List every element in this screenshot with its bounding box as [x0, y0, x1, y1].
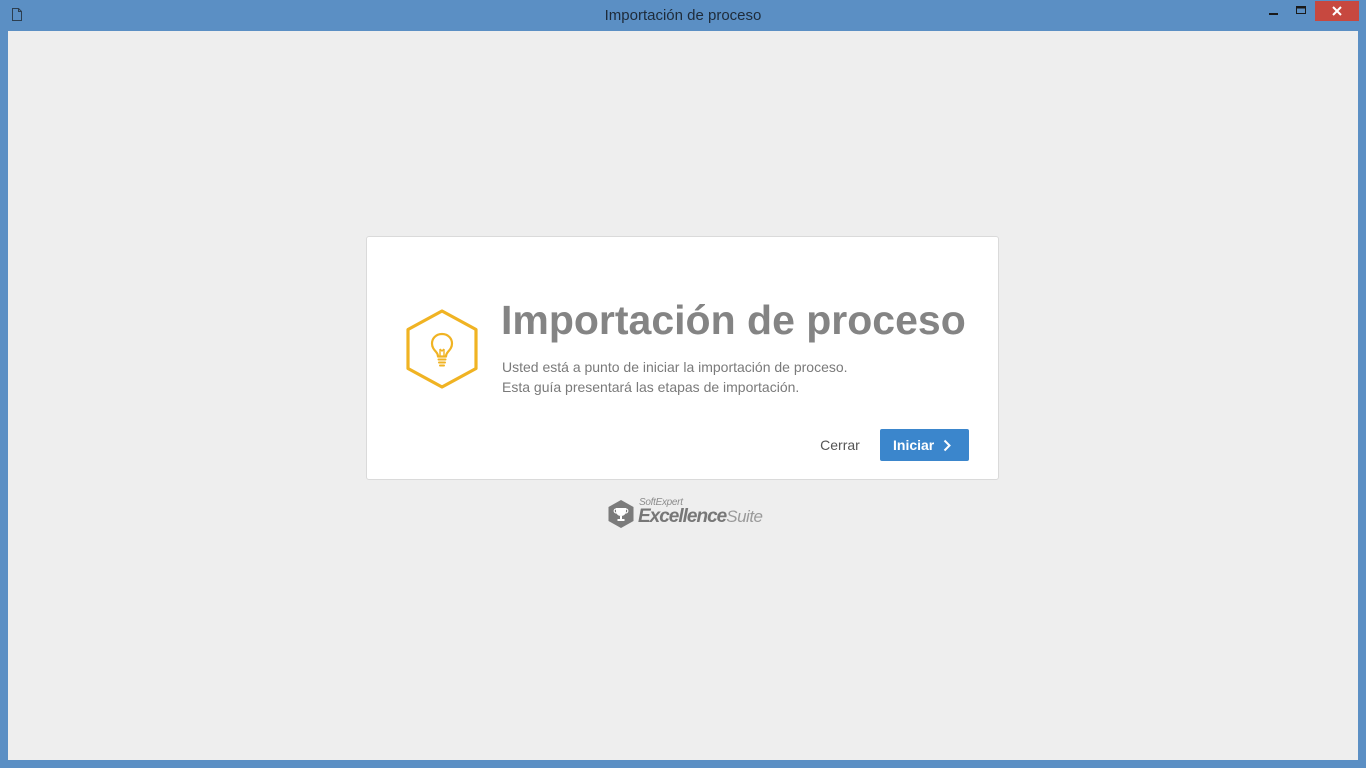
softexpert-logo: SoftExpert ExcellenceSuite — [607, 497, 767, 531]
logo-brand-bold: Excellence — [638, 506, 727, 527]
window-content: Importación de proceso Usted está a punt… — [8, 31, 1358, 760]
logo-brand-light: Suite — [726, 507, 763, 526]
start-button-label: Iniciar — [893, 437, 935, 453]
description-line-1: Usted está a punto de iniciar la importa… — [502, 359, 848, 375]
close-window-button[interactable] — [1315, 1, 1359, 21]
logo-brand-text: ExcellenceSuite — [638, 506, 763, 528]
close-icon — [1332, 6, 1342, 16]
maximize-icon — [1296, 6, 1306, 14]
app-window: Importación de proceso Importación de pr… — [0, 0, 1366, 768]
window-title: Importación de proceso — [604, 7, 762, 24]
chevron-right-icon — [943, 439, 951, 452]
card-description: Usted está a punto de iniciar la importa… — [502, 357, 848, 397]
title-bar[interactable]: Importación de proceso — [0, 0, 1366, 31]
import-wizard-card: Importación de proceso Usted está a punt… — [366, 236, 999, 480]
start-button[interactable]: Iniciar — [880, 429, 969, 461]
card-title: Importación de proceso — [501, 297, 966, 343]
minimize-icon — [1269, 13, 1278, 15]
maximize-button[interactable] — [1288, 1, 1314, 21]
description-line-2: Esta guía presentará las etapas de impor… — [502, 379, 800, 395]
close-button[interactable]: Cerrar — [807, 429, 873, 461]
trophy-hexagon-icon — [608, 500, 634, 528]
lightbulb-hexagon-icon — [406, 309, 478, 389]
minimize-button[interactable] — [1260, 1, 1286, 21]
